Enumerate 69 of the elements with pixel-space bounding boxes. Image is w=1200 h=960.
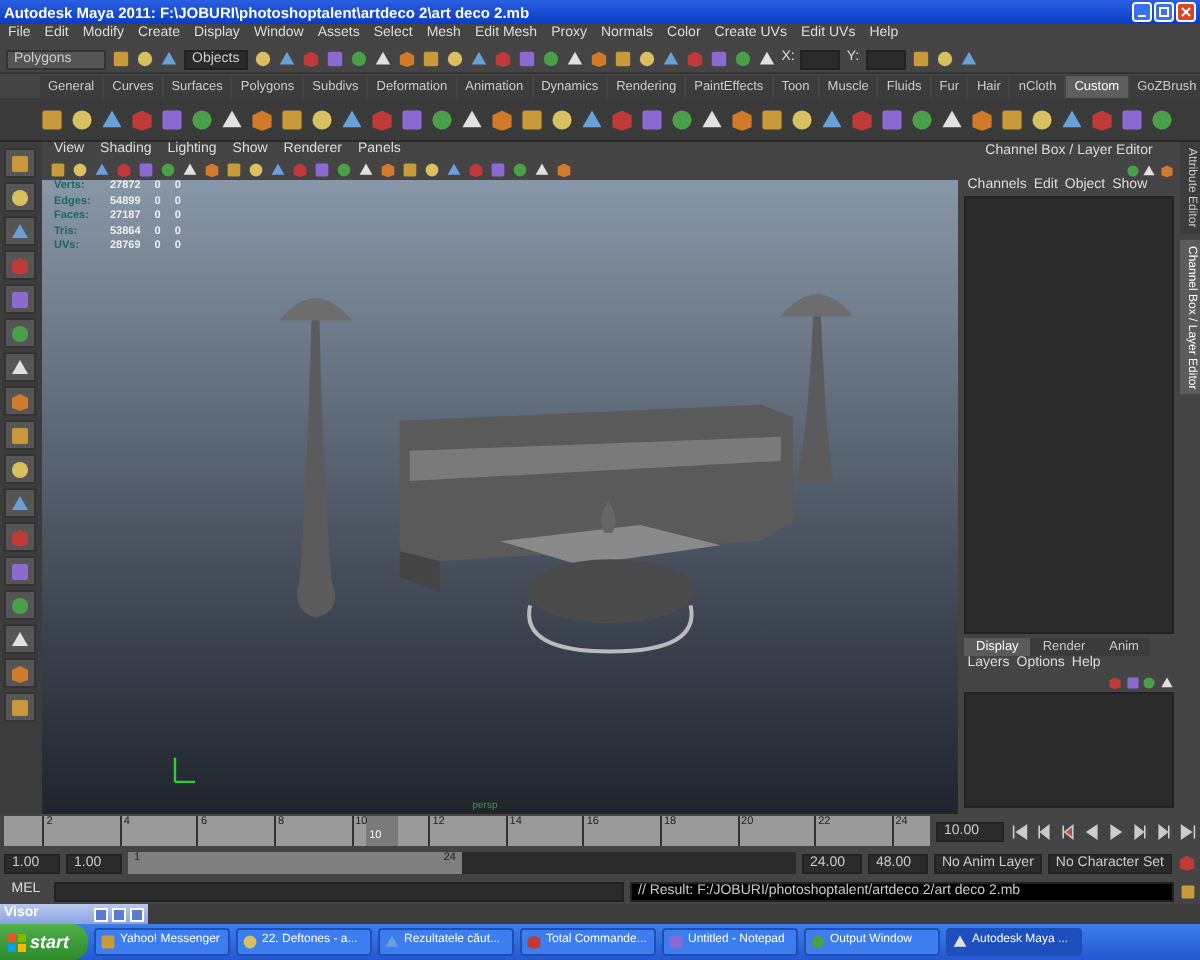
step-forward-icon[interactable]	[1154, 822, 1172, 840]
tool-button[interactable]	[4, 624, 36, 654]
restore-button[interactable]	[94, 907, 108, 921]
shelf-tool-icon[interactable]	[280, 107, 304, 131]
shelf-tool-icon[interactable]	[1150, 107, 1174, 131]
shelf-tool-icon[interactable]	[910, 107, 934, 131]
app-icon	[384, 934, 400, 950]
shelf-tool-icon[interactable]	[1030, 107, 1054, 131]
shelf-tool-icon[interactable]	[1060, 107, 1084, 131]
tool-button[interactable]	[4, 182, 36, 212]
shelf-tool-icon[interactable]	[40, 107, 64, 131]
tool-button[interactable]	[4, 318, 36, 348]
tool-button[interactable]	[4, 454, 36, 484]
shelf-tool-icon[interactable]	[730, 107, 754, 131]
shelf-tool-icon[interactable]	[1000, 107, 1024, 131]
shelf-tool-icon[interactable]	[760, 107, 784, 131]
maximize-button[interactable]	[112, 907, 126, 921]
app-icon	[668, 934, 684, 950]
shelf-tool-icon[interactable]	[220, 107, 244, 131]
tool-button[interactable]	[4, 420, 36, 450]
app-icon	[952, 934, 968, 950]
shelf-tool-icon[interactable]	[70, 107, 94, 131]
go-to-start-icon[interactable]	[1010, 822, 1028, 840]
tool-button[interactable]	[4, 658, 36, 688]
shelf-tool-icon[interactable]	[460, 107, 484, 131]
shelf-tool-icon[interactable]	[700, 107, 724, 131]
app-icon	[810, 934, 826, 950]
step-back-icon[interactable]	[1034, 822, 1052, 840]
shelf-tool-icon[interactable]	[430, 107, 454, 131]
tool-button[interactable]	[4, 352, 36, 382]
shelf-tool-icon[interactable]	[820, 107, 844, 131]
shelf-tool-icon[interactable]	[970, 107, 994, 131]
tool-button[interactable]	[4, 488, 36, 518]
shelf-tool-icon[interactable]	[340, 107, 364, 131]
close-icon	[1180, 6, 1192, 18]
play-backward-icon[interactable]	[1082, 822, 1100, 840]
minimize-button[interactable]	[1132, 2, 1152, 22]
axis-indicator-icon	[173, 756, 197, 784]
shelf-tool-icon[interactable]	[940, 107, 964, 131]
tool-button[interactable]	[4, 386, 36, 416]
tool-button[interactable]	[4, 590, 36, 620]
shelf-tool-icon[interactable]	[550, 107, 574, 131]
shelf-tool-icon[interactable]	[310, 107, 334, 131]
close-button[interactable]	[130, 907, 144, 921]
windows-logo-icon	[8, 933, 26, 951]
shelf-tool-icon[interactable]	[100, 107, 124, 131]
go-to-end-icon[interactable]	[1178, 822, 1196, 840]
shelf-tool-icon[interactable]	[250, 107, 274, 131]
app-icon	[526, 934, 542, 950]
maximize-icon	[1158, 6, 1170, 18]
play-icon[interactable]	[1106, 822, 1124, 840]
tool-button[interactable]	[4, 148, 36, 178]
app-icon	[100, 934, 116, 950]
shelf-tool-icon[interactable]	[670, 107, 694, 131]
shelf-tool-icon[interactable]	[190, 107, 214, 131]
shelf-tool-icon[interactable]	[790, 107, 814, 131]
step-forward-key-icon[interactable]	[1130, 822, 1148, 840]
maximize-button[interactable]	[1154, 2, 1174, 22]
shelf-tool-icon[interactable]	[490, 107, 514, 131]
app-icon	[242, 934, 258, 950]
tool-button[interactable]	[4, 692, 36, 722]
tool-button[interactable]	[4, 216, 36, 246]
x-input-field[interactable]	[800, 49, 841, 69]
step-back-key-icon[interactable]	[1058, 822, 1076, 840]
shelf-tool-icon[interactable]	[520, 107, 544, 131]
close-button[interactable]	[1176, 2, 1196, 22]
y-input-field[interactable]	[865, 49, 906, 69]
shelf-tool-icon[interactable]	[580, 107, 604, 131]
command-input-field[interactable]	[54, 881, 624, 901]
